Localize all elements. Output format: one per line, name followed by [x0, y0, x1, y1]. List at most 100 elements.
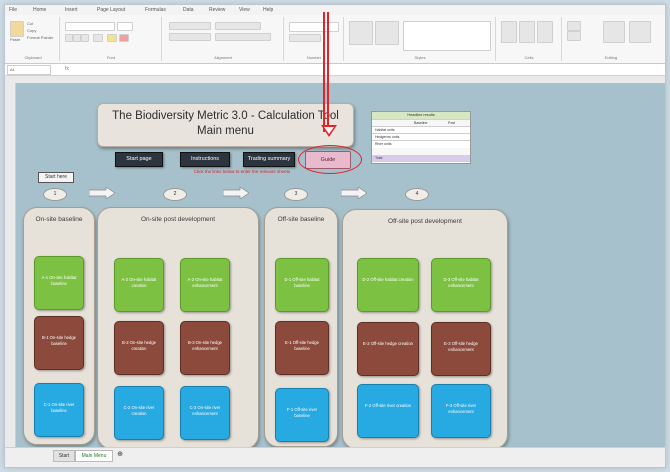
- font-group: Font: [61, 17, 162, 61]
- insert-cells-icon[interactable]: [501, 21, 517, 43]
- sheet-tab-start[interactable]: Start: [53, 450, 75, 462]
- add-sheet-icon[interactable]: ⊕: [115, 450, 125, 460]
- onsite-baseline-panel: On-site baseline A-1 On-site habitat bas…: [23, 207, 95, 445]
- tile-f3-offsite-river-enhancement[interactable]: F-3 Off-site river enhancement: [431, 384, 491, 438]
- tile-e3-offsite-hedge-enhancement[interactable]: E-3 Off-site hedge enhancement: [431, 322, 491, 376]
- format-painter-button[interactable]: Format Painter: [27, 35, 53, 40]
- fill-color-icon[interactable]: [107, 34, 117, 42]
- format-cells-icon[interactable]: [537, 21, 553, 43]
- name-box[interactable]: A1: [7, 65, 51, 75]
- copy-button[interactable]: Copy: [27, 28, 36, 33]
- font-name-select[interactable]: [65, 22, 115, 31]
- cells-group: Cells: [497, 17, 562, 61]
- currency-icon[interactable]: [289, 34, 321, 42]
- excel-window: File Home Insert Page Layout Formulas Da…: [4, 4, 666, 468]
- title-line-2: Main menu: [197, 125, 254, 137]
- bold-icon[interactable]: [65, 34, 73, 42]
- sort-filter-icon[interactable]: [603, 21, 625, 43]
- autosum-icon[interactable]: [567, 21, 581, 31]
- panel-title: Off-site baseline: [277, 216, 325, 223]
- fx-icon[interactable]: fx: [65, 65, 69, 73]
- number-format-select[interactable]: [289, 22, 339, 32]
- onsite-post-development-panel: On-site post development A-2 On-site hab…: [97, 207, 259, 449]
- find-select-icon[interactable]: [629, 21, 651, 43]
- tile-label: A-2 On-site habitat creation: [121, 277, 157, 288]
- conditional-formatting-icon[interactable]: [349, 21, 373, 45]
- paste-icon[interactable]: [10, 21, 24, 37]
- tile-f1-offsite-river-baseline[interactable]: F-1 Off-site river baseline: [275, 388, 329, 442]
- group-label: Font: [106, 55, 115, 60]
- title-line-1: The Biodiversity Metric 3.0 - Calculatio…: [112, 110, 339, 122]
- wrap-text-button[interactable]: [215, 22, 261, 30]
- font-color-icon[interactable]: [119, 34, 129, 42]
- format-as-table-icon[interactable]: [375, 21, 399, 45]
- group-label: Clipboard: [24, 55, 42, 60]
- tile-e1-offsite-hedge-baseline[interactable]: E-1 Off-site hedge baseline: [275, 321, 329, 375]
- ribbon-tab[interactable]: Home: [33, 5, 46, 15]
- tile-c1-onsite-river-baseline[interactable]: C-1 On-site river baseline: [34, 383, 84, 437]
- tile-label: D-1 Off-site habitat baseline: [284, 277, 320, 288]
- tile-d3-offsite-habitat-enhancement[interactable]: D-3 Off-site habitat enhancement: [431, 258, 491, 312]
- tile-label: C-3 On-site river enhancement: [189, 405, 221, 416]
- merge-center-button[interactable]: [215, 33, 271, 41]
- start-here-button[interactable]: Start here: [38, 172, 74, 183]
- tile-label: A-3 On-site habitat enhancement: [187, 277, 223, 288]
- number-group: Number: [285, 17, 344, 61]
- tile-e2-offsite-hedge-creation[interactable]: E-2 Off-site hedge creation: [357, 322, 419, 376]
- borders-icon[interactable]: [93, 34, 103, 42]
- tile-c2-onsite-river-creation[interactable]: C-2 On-site river creation: [114, 386, 164, 440]
- group-label: Number: [306, 55, 322, 60]
- align-top-icon[interactable]: [169, 22, 211, 30]
- red-arrow-head-icon: [321, 125, 337, 137]
- ribbon: Paste Cut Copy Format Painter Clipboard …: [5, 15, 665, 64]
- tile-c3-onsite-river-enhancement[interactable]: C-3 On-site river enhancement: [180, 386, 230, 440]
- alignment-group: Alignment: [163, 17, 284, 61]
- tile-label: F-3 Off-site river enhancement: [445, 403, 477, 414]
- tile-b1-onsite-hedge-baseline[interactable]: B-1 On-site hedge baseline: [34, 316, 84, 370]
- ribbon-tab[interactable]: File: [9, 5, 17, 15]
- ribbon-tab[interactable]: Review: [209, 5, 225, 15]
- step-4-badge: 4: [405, 188, 429, 201]
- tile-b3-onsite-hedge-enhancement[interactable]: B-3 On-site hedge enhancement: [180, 321, 230, 375]
- tile-d1-offsite-habitat-baseline[interactable]: D-1 Off-site habitat baseline: [275, 258, 329, 312]
- instruction-note: Click the links below to enter the relev…: [193, 169, 291, 174]
- tile-b2-onsite-hedge-creation[interactable]: B-2 On-site hedge creation: [114, 321, 164, 375]
- italic-icon[interactable]: [73, 34, 81, 42]
- align-left-icon[interactable]: [169, 33, 211, 41]
- ribbon-tab[interactable]: Formulas: [145, 5, 166, 15]
- instructions-button[interactable]: Instructions: [180, 152, 230, 167]
- tile-a2-onsite-habitat-creation[interactable]: A-2 On-site habitat creation: [114, 258, 164, 312]
- panel-title: On-site baseline: [35, 216, 83, 223]
- ribbon-tab[interactable]: Page Layout: [97, 5, 125, 15]
- tile-label: D-2 Off-site habitat creation: [362, 277, 414, 282]
- tile-label: E-2 Off-site hedge creation: [363, 341, 413, 346]
- underline-icon[interactable]: [81, 34, 89, 42]
- font-size-select[interactable]: [117, 22, 133, 31]
- headline-results-table: Headline results Baseline Post Habitat u…: [371, 111, 471, 164]
- tile-f2-offsite-river-creation[interactable]: F-2 Off-site river creation: [357, 384, 419, 438]
- delete-cells-icon[interactable]: [519, 21, 535, 43]
- ribbon-tab[interactable]: Help: [263, 5, 273, 15]
- trading-summary-button[interactable]: Trading summary: [243, 152, 295, 167]
- step-2-badge: 2: [163, 188, 187, 201]
- tile-label: F-1 Off-site river baseline: [286, 407, 318, 418]
- formula-bar: A1 fx: [5, 64, 665, 76]
- sheet-tab-main-menu[interactable]: Main Menu: [75, 450, 113, 462]
- ribbon-tab[interactable]: Insert: [65, 5, 78, 15]
- cut-button[interactable]: Cut: [27, 21, 33, 26]
- group-label: Cells: [524, 55, 534, 60]
- ribbon-tab[interactable]: View: [239, 5, 250, 15]
- fill-icon[interactable]: [567, 31, 581, 41]
- tile-a1-onsite-habitat-baseline[interactable]: A-1 On-site habitat baseline: [34, 256, 84, 310]
- red-arrow-line-left: [323, 12, 325, 132]
- tile-d2-offsite-habitat-creation[interactable]: D-2 Off-site habitat creation: [357, 258, 419, 312]
- row-headers: [5, 83, 16, 447]
- ribbon-tab[interactable]: Data: [183, 5, 194, 15]
- cell-styles-gallery[interactable]: [403, 21, 491, 51]
- tile-label: D-3 Off-site habitat enhancement: [443, 277, 479, 288]
- tile-a3-onsite-habitat-enhancement[interactable]: A-3 On-site habitat enhancement: [180, 258, 230, 312]
- group-label: Styles: [414, 55, 426, 60]
- start-page-button[interactable]: Start page: [115, 152, 163, 167]
- table-total-row: Total: [372, 155, 470, 162]
- right-arrow-icon: [223, 187, 249, 199]
